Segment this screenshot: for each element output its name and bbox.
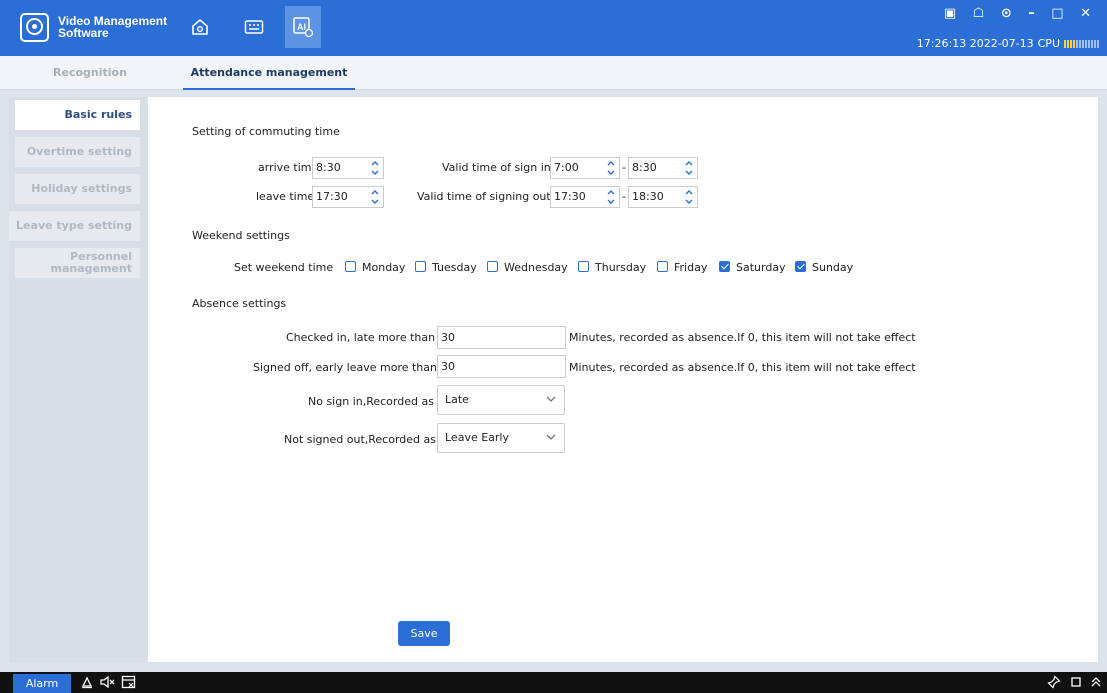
status-bar: Alarm [0,672,1107,693]
arrive-time-input[interactable]: 8:30 [312,157,384,179]
tab-recognition[interactable]: Recognition [0,56,180,90]
day-label-tuesday: Tuesday [432,261,477,274]
early-leave-threshold-note: Minutes, recorded as absence.If 0, this … [569,361,916,374]
sign-in-valid-label: Valid time of sign in [442,161,551,174]
weekend-heading: Weekend settings [192,229,290,242]
range-dash: - [622,161,626,174]
home-icon[interactable] [186,14,214,40]
checkbox-sunday[interactable] [795,261,806,272]
sign-out-from-input[interactable]: 17:30 [550,186,620,208]
spinner-arrows-icon[interactable] [684,159,694,177]
leave-time-input[interactable]: 17:30 [312,186,384,208]
alarm-button[interactable]: Alarm [13,674,71,693]
keyboard-icon[interactable] [240,14,268,40]
alarm-clear-icon[interactable] [80,675,94,689]
day-label-saturday: Saturday [736,261,786,274]
collapse-icon[interactable] [1090,675,1102,689]
screen-icon[interactable] [121,675,137,689]
svg-text:AI: AI [297,22,306,32]
clock-cpu-readout: 17:26:13 2022-07-13 CPU [917,37,1099,50]
not-signed-out-label: Not signed out,Recorded as [284,433,436,446]
sign-out-to-input[interactable]: 18:30 [628,186,698,208]
top-tabs: Recognition Attendance management [0,56,1107,90]
spinner-arrows-icon[interactable] [370,159,380,177]
app-logo-icon [20,13,49,42]
range-dash: - [622,190,626,203]
sidebar-item-holiday-settings[interactable]: Holiday settings [15,174,140,204]
day-label-friday: Friday [674,261,708,274]
cpu-label: CPU [1037,37,1060,50]
sidebar-item-leave-type-setting[interactable]: Leave type setting [9,211,140,241]
no-sign-in-select[interactable]: Late [437,385,565,415]
leave-time-label: leave time [256,190,315,203]
app-title-line2: Software [58,26,109,40]
window-controls[interactable]: ▣ ☖ ⊙ – □ ✕ [944,6,1097,21]
cpu-meter [1064,39,1099,48]
app-title: Video Management Software [58,15,167,39]
late-threshold-note: Minutes, recorded as absence.If 0, this … [569,331,916,344]
spinner-arrows-icon[interactable] [370,188,380,206]
checkbox-wednesday[interactable] [487,261,498,272]
not-signed-out-select[interactable]: Leave Early [437,423,565,453]
title-bar: Video Management Software AI ▣ ☖ ⊙ – □ ✕… [0,0,1107,56]
commuting-heading: Setting of commuting time [192,125,340,138]
no-sign-in-label: No sign in,Recorded as [308,395,434,408]
tab-attendance-management[interactable]: Attendance management [183,56,355,90]
chevron-down-icon [546,434,556,440]
checkbox-monday[interactable] [345,261,356,272]
sidebar-item-personnel-management[interactable]: Personnel management [15,248,140,278]
sidebar: Basic rules Overtime setting Holiday set… [9,97,147,662]
checkbox-thursday[interactable] [578,261,589,272]
spinner-arrows-icon[interactable] [606,159,616,177]
day-label-sunday: Sunday [812,261,854,274]
early-leave-threshold-label: Signed off, early leave more than [253,361,437,374]
sign-in-from-input[interactable]: 7:00 [550,157,620,179]
early-leave-threshold-input[interactable]: 30 [437,355,566,378]
mute-icon[interactable] [99,675,115,689]
sidebar-item-basic-rules[interactable]: Basic rules [15,100,140,130]
sign-in-to-input[interactable]: 8:30 [628,157,698,179]
absence-heading: Absence settings [192,297,287,310]
ai-icon[interactable]: AI [285,6,321,48]
save-button[interactable]: Save [398,621,450,646]
sign-out-valid-label: Valid time of signing out [417,190,551,203]
window-icon[interactable] [1070,675,1082,689]
late-threshold-input[interactable]: 30 [437,326,566,349]
spinner-arrows-icon[interactable] [684,188,694,206]
arrive-time-label: arrive time [258,161,319,174]
checkbox-friday[interactable] [657,261,668,272]
pin-icon[interactable] [1047,675,1061,689]
weekend-label: Set weekend time [234,261,334,274]
spinner-arrows-icon[interactable] [606,188,616,206]
day-label-thursday: Thursday [595,261,647,274]
datetime: 17:26:13 2022-07-13 [916,37,1034,50]
day-label-monday: Monday [362,261,406,274]
personnel-line2: management [50,262,133,275]
late-threshold-label: Checked in, late more than [286,331,436,344]
checkbox-tuesday[interactable] [415,261,426,272]
sidebar-item-overtime-setting[interactable]: Overtime setting [15,137,140,167]
day-label-wednesday: Wednesday [504,261,568,274]
checkbox-saturday[interactable] [719,261,730,272]
basic-rules-panel: Setting of commuting time arrive time 8:… [148,97,1098,662]
chevron-down-icon [546,396,556,402]
